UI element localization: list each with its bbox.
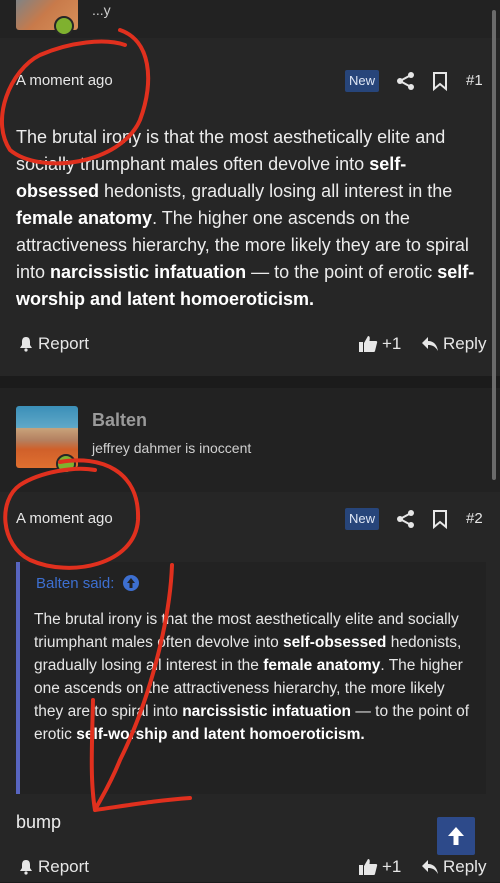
bookmark-icon[interactable] bbox=[429, 508, 451, 530]
bell-icon bbox=[20, 860, 32, 875]
share-icon[interactable] bbox=[395, 70, 417, 92]
report-button[interactable]: Report bbox=[18, 857, 89, 877]
text-segment: hedonists, gradually losing all interest… bbox=[99, 181, 453, 201]
quote-text: The brutal irony is that the most aesthe… bbox=[34, 608, 474, 746]
online-status-dot bbox=[54, 16, 74, 36]
bookmark-icon[interactable] bbox=[429, 70, 451, 92]
reply-label: Reply bbox=[443, 334, 487, 353]
post-separator bbox=[0, 376, 500, 388]
share-icon[interactable] bbox=[395, 508, 417, 530]
post-1-meta: A moment ago New #1 bbox=[0, 60, 500, 104]
thumbs-up-icon bbox=[359, 859, 378, 875]
username[interactable]: Balten bbox=[92, 410, 147, 431]
like-button[interactable]: +1 bbox=[358, 334, 401, 354]
like-count: +1 bbox=[382, 334, 402, 353]
scroll-to-top-button[interactable] bbox=[437, 817, 475, 855]
like-button[interactable]: +1 bbox=[358, 857, 401, 877]
post-1-userbar: ...y bbox=[0, 0, 500, 38]
thumbs-up-icon bbox=[359, 336, 378, 352]
new-badge: New bbox=[345, 70, 379, 92]
post-2-actions: Report +1 Reply bbox=[0, 853, 500, 883]
report-button[interactable]: Report bbox=[18, 334, 89, 354]
new-badge: New bbox=[345, 508, 379, 530]
post-time[interactable]: A moment ago bbox=[16, 72, 113, 89]
post-message: bump bbox=[16, 812, 62, 832]
bell-icon bbox=[20, 337, 32, 352]
bold-text-segment: female anatomy bbox=[16, 208, 153, 228]
quote-block: Balten said: The brutal irony is that th… bbox=[16, 562, 486, 794]
user-title: jeffrey dahmer is inoccent bbox=[92, 440, 252, 456]
like-count: +1 bbox=[382, 857, 402, 876]
post-1: ...y A moment ago New #1 The brutal iron… bbox=[0, 0, 500, 376]
post-2: Balten jeffrey dahmer is inoccent A mome… bbox=[0, 388, 500, 882]
report-label: Report bbox=[38, 857, 90, 876]
post-2-userbar: Balten jeffrey dahmer is inoccent bbox=[0, 388, 500, 492]
online-status-dot bbox=[56, 454, 76, 474]
bold-text-segment: narcissistic infatuation bbox=[182, 703, 352, 720]
quote-author: Balten said: bbox=[36, 574, 115, 592]
report-label: Report bbox=[38, 334, 90, 353]
post-1-actions: Report +1 Reply bbox=[0, 330, 500, 360]
post-number[interactable]: #2 bbox=[466, 510, 483, 527]
post-2-meta: A moment ago New #2 bbox=[0, 498, 500, 542]
post-time[interactable]: A moment ago bbox=[16, 510, 113, 527]
reply-icon bbox=[422, 337, 438, 351]
reply-button[interactable]: Reply bbox=[421, 857, 486, 877]
reply-icon bbox=[422, 860, 438, 874]
bold-text-segment: female anatomy bbox=[263, 657, 381, 674]
bold-text-segment: self-worship and latent homoeroticism. bbox=[76, 726, 365, 743]
bold-text-segment: narcissistic infatuation bbox=[50, 262, 247, 282]
text-segment: — to the point of erotic bbox=[246, 262, 438, 282]
circle-arrow-up-icon bbox=[123, 575, 140, 591]
user-title-partial: ...y bbox=[92, 2, 111, 18]
bold-text-segment: self-obsessed bbox=[283, 634, 387, 651]
scrollbar[interactable] bbox=[492, 10, 496, 480]
reply-label: Reply bbox=[443, 857, 487, 876]
quote-header[interactable]: Balten said: bbox=[36, 574, 140, 592]
arrow-up-icon bbox=[448, 827, 464, 845]
post-number[interactable]: #1 bbox=[466, 72, 483, 89]
reply-button[interactable]: Reply bbox=[421, 334, 486, 354]
post-message: The brutal irony is that the most aesthe… bbox=[16, 124, 482, 313]
